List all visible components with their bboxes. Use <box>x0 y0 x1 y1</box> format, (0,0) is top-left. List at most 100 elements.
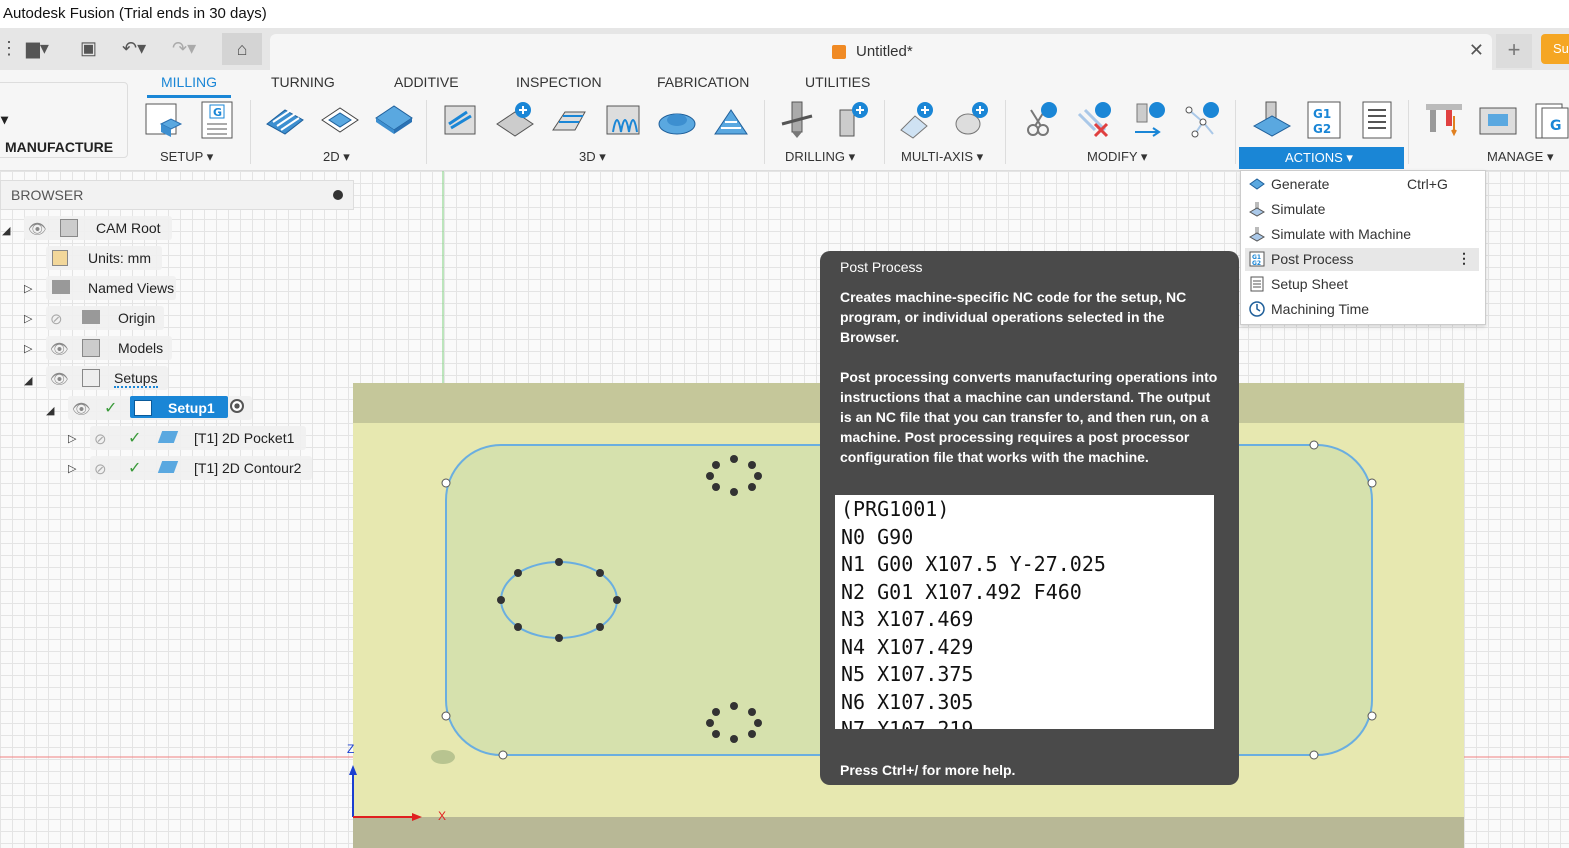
edit-points-icon[interactable] <box>1183 100 1223 140</box>
3d-pocket-icon[interactable] <box>495 100 535 140</box>
tool-library-icon[interactable] <box>1424 100 1464 140</box>
tab-additive[interactable]: ADDITIVE <box>394 74 459 90</box>
visibility-hidden-icon[interactable]: ⊘ <box>94 460 107 478</box>
workspace-switcher[interactable]: MANUFACTURE ▾ <box>0 82 128 158</box>
post-library-icon[interactable]: G <box>1532 100 1569 140</box>
redo-icon[interactable]: ↷▾ <box>172 38 196 59</box>
more-options-icon[interactable]: ⋮ <box>1457 250 1471 267</box>
origin-marker <box>431 750 455 764</box>
group-2d[interactable]: 2D ▾ <box>323 149 350 165</box>
3d-parallel-icon[interactable] <box>603 100 643 140</box>
menu-item-generate[interactable]: Generate Ctrl+G <box>1245 173 1479 196</box>
tab-turning[interactable]: TURNING <box>271 74 335 90</box>
visibility-hidden-icon[interactable]: ⊘ <box>94 430 107 448</box>
tooltip-title: Post Process <box>840 259 923 275</box>
tree-node-units[interactable]: Units: mm <box>46 246 162 270</box>
code-line: N7 X107.219 <box>841 717 974 729</box>
tree-node-models[interactable]: 👁 Models <box>46 336 172 360</box>
3d-flow-icon[interactable] <box>711 100 751 140</box>
svg-text:G: G <box>1550 118 1562 134</box>
grid-menu-icon[interactable]: ⋮ <box>0 38 18 59</box>
new-tab-button[interactable]: + <box>1496 34 1532 68</box>
menu-item-post-process[interactable]: G1 G2 Post Process ⋮ <box>1245 248 1479 271</box>
tree-node-setup1[interactable]: 👁 ✓ Setup1 <box>68 396 252 420</box>
check-icon: ✓ <box>128 460 142 477</box>
tree-node-2d-pocket1[interactable]: ⊘ ✓ [T1] 2D Pocket1 <box>90 426 306 450</box>
code-line: N3 X107.469 <box>841 607 974 631</box>
pocket-op-icon <box>157 431 179 443</box>
edit-feed-icon[interactable] <box>1129 100 1169 140</box>
browser-panel: BROWSER ◢ 👁 CAM Root Units: mm ▷ Named V… <box>0 180 354 480</box>
visibility-hidden-icon[interactable]: ⊘ <box>50 310 63 328</box>
new-setup-icon[interactable] <box>143 100 183 140</box>
tree-node-cam-root[interactable]: 👁 CAM Root <box>24 216 172 240</box>
tree-node-2d-contour2[interactable]: ⊘ ✓ [T1] 2D Contour2 <box>90 456 312 480</box>
expand-triangle-icon[interactable]: ▷ <box>68 432 76 445</box>
menu-item-simulate-with-machine[interactable]: Simulate with Machine <box>1245 223 1479 246</box>
2d-contour-icon[interactable] <box>374 100 414 140</box>
group-3d[interactable]: 3D ▾ <box>579 149 606 165</box>
setup-sheet-icon[interactable] <box>1357 100 1397 140</box>
delete-passes-icon[interactable] <box>1075 100 1115 140</box>
visibility-eye-icon[interactable]: 👁 <box>72 400 91 418</box>
tab-milling[interactable]: MILLING <box>161 74 217 90</box>
trim-icon[interactable] <box>1021 100 1061 140</box>
post-process-icon[interactable]: G1G2 <box>1304 100 1344 140</box>
tab-utilities[interactable]: UTILITIES <box>805 74 870 90</box>
visibility-eye-icon[interactable]: 👁 <box>28 220 47 238</box>
tab-fabrication[interactable]: FABRICATION <box>657 74 749 90</box>
design-cube-icon <box>832 45 846 59</box>
expand-triangle-icon[interactable]: ▷ <box>68 462 76 475</box>
nc-code-preview: (PRG1001) N0 G90 N1 G00 X107.5 Y-27.025 … <box>835 495 1214 729</box>
2d-adaptive-icon[interactable] <box>265 100 305 140</box>
expand-triangle-icon[interactable]: ▷ <box>24 312 32 325</box>
group-multi-axis[interactable]: MULTI-AXIS ▾ <box>901 149 983 165</box>
3d-steep-shallow-icon[interactable] <box>549 100 589 140</box>
undo-icon[interactable]: ↶▾ <box>122 38 146 59</box>
menu-item-setup-sheet[interactable]: Setup Sheet <box>1245 273 1479 296</box>
code-line: N4 X107.429 <box>841 634 974 659</box>
nc-program-icon[interactable]: G <box>198 100 238 140</box>
visibility-eye-icon[interactable]: 👁 <box>50 370 69 388</box>
multi-axis-contour-icon[interactable] <box>897 100 937 140</box>
group-setup[interactable]: SETUP ▾ <box>160 149 213 165</box>
code-line: N5 X107.375 <box>841 662 974 686</box>
tree-node-setups[interactable]: 👁 Setups <box>46 366 168 390</box>
active-setup-icon[interactable] <box>230 399 244 413</box>
thread-icon[interactable] <box>832 100 872 140</box>
visibility-eye-icon[interactable]: 👁 <box>50 340 69 358</box>
tab-inspection[interactable]: INSPECTION <box>516 74 602 90</box>
collapse-triangle-icon[interactable]: ◢ <box>46 404 54 417</box>
drill-icon[interactable] <box>778 100 818 140</box>
machine-library-icon[interactable] <box>1478 100 1518 140</box>
tree-node-named-views[interactable]: Named Views <box>46 276 176 300</box>
cam-root-icon <box>60 219 78 237</box>
3d-scallop-icon[interactable] <box>657 100 697 140</box>
tree-node-origin[interactable]: ⊘ Origin <box>46 306 164 330</box>
ribbon-separator <box>1005 100 1006 164</box>
document-tab[interactable]: Untitled* ✕ <box>270 34 1492 70</box>
simulate-icon[interactable] <box>1252 100 1292 140</box>
close-tab-icon[interactable]: ✕ <box>1469 40 1484 61</box>
clock-icon <box>1249 301 1265 317</box>
expand-triangle-icon[interactable]: ▷ <box>24 342 32 355</box>
home-icon[interactable]: ⌂ <box>222 33 262 65</box>
menu-item-machining-time[interactable]: Machining Time <box>1245 298 1479 321</box>
3d-adaptive-icon[interactable] <box>441 100 481 140</box>
group-drilling[interactable]: DRILLING ▾ <box>785 149 855 165</box>
expand-triangle-icon[interactable]: ▷ <box>24 282 32 295</box>
group-modify[interactable]: MODIFY ▾ <box>1087 149 1147 165</box>
swarf-icon[interactable] <box>952 100 992 140</box>
save-icon[interactable]: ▣ <box>80 38 97 59</box>
collapse-browser-icon[interactable] <box>333 190 343 200</box>
actions-menu-button[interactable]: ACTIONS ▾ <box>1239 147 1404 169</box>
file-menu-icon[interactable]: ▆▾ <box>26 38 49 59</box>
collapse-triangle-icon[interactable]: ◢ <box>24 374 32 387</box>
subscribe-button[interactable]: Su <box>1541 34 1569 64</box>
tooltip-description: Post processing converts manufacturing o… <box>840 369 1218 465</box>
collapse-triangle-icon[interactable]: ◢ <box>2 224 10 237</box>
folder-icon <box>82 310 100 324</box>
2d-pocket-icon[interactable] <box>320 100 360 140</box>
group-manage[interactable]: MANAGE ▾ <box>1487 149 1553 165</box>
menu-item-simulate[interactable]: Simulate <box>1245 198 1479 221</box>
